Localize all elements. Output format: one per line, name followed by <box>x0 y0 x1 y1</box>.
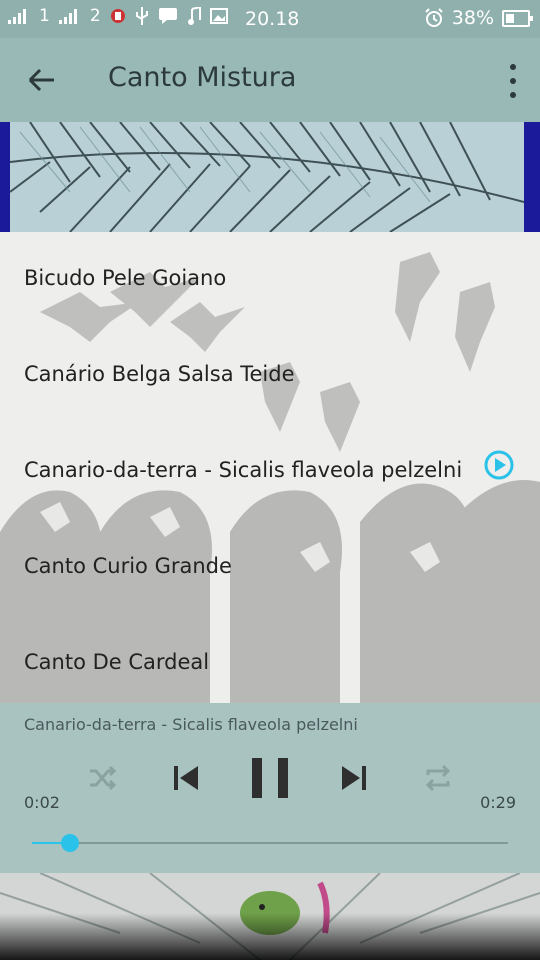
song-title: Canario-da-terra - Sicalis flaveola pelz… <box>24 458 463 482</box>
play-circle-icon <box>484 450 514 480</box>
elapsed-time: 0:02 <box>24 793 60 812</box>
list-item[interactable]: Canto De Cardeal <box>0 616 540 703</box>
music-note-icon <box>187 7 201 25</box>
sim2-label: 2 <box>89 6 101 26</box>
footer-artwork <box>0 873 540 960</box>
song-title: Canto De Cardeal <box>24 650 210 674</box>
status-icons-right: 38% <box>424 7 533 29</box>
shuffle-icon <box>90 765 117 791</box>
message-icon <box>158 8 177 24</box>
pause-icon <box>252 758 288 798</box>
total-time: 0:29 <box>480 793 516 812</box>
dot-icon <box>510 92 516 98</box>
back-button[interactable] <box>26 60 60 100</box>
repeat-button[interactable] <box>418 753 458 803</box>
overflow-menu-button[interactable] <box>506 64 520 98</box>
song-title: Bicudo Pele Goiano <box>24 266 227 290</box>
clock: 20.18 <box>245 8 300 30</box>
seek-bar[interactable] <box>32 834 508 852</box>
shuffle-button[interactable] <box>82 753 122 803</box>
battery-percent: 38% <box>451 7 494 29</box>
skip-next-icon <box>342 766 366 790</box>
usb-icon <box>135 7 148 25</box>
previous-button[interactable] <box>166 753 206 803</box>
seek-handle[interactable] <box>61 834 80 852</box>
now-playing-title: Canario-da-terra - Sicalis flaveola pelz… <box>24 715 358 734</box>
sim1-label: 1 <box>39 6 50 26</box>
page-title: Canto Mistura <box>108 62 297 93</box>
feather-artwork <box>10 122 524 232</box>
app-notification-icon <box>110 9 125 23</box>
song-title: Canário Belga Salsa Teide <box>24 362 295 386</box>
repeat-icon <box>425 764 451 792</box>
arrow-left-icon <box>28 68 54 92</box>
list-item[interactable]: Canário Belga Salsa Teide <box>0 328 540 424</box>
battery-icon <box>502 9 533 27</box>
app-toolbar: Canto Mistura <box>0 38 540 122</box>
skip-previous-icon <box>174 766 198 790</box>
pause-button[interactable] <box>246 753 294 803</box>
header-banner-image <box>0 122 540 232</box>
image-icon <box>209 8 228 24</box>
song-title: Canto Curio Grande <box>24 554 232 578</box>
signal-icon <box>8 9 26 24</box>
dot-icon <box>510 78 516 84</box>
signal-icon <box>58 9 77 24</box>
song-list: Bicudo Pele Goiano Canário Belga Salsa T… <box>0 232 540 703</box>
list-item-playing[interactable]: Canario-da-terra - Sicalis flaveola pelz… <box>0 424 540 520</box>
list-item[interactable]: Bicudo Pele Goiano <box>0 232 540 328</box>
next-button[interactable] <box>334 753 374 803</box>
list-item[interactable]: Canto Curio Grande <box>0 520 540 616</box>
alarm-icon <box>425 8 443 27</box>
player-panel: Canario-da-terra - Sicalis flaveola pelz… <box>0 703 540 873</box>
status-icons-left: 1 2 <box>8 6 228 26</box>
bird-artwork <box>0 873 540 960</box>
status-bar: 1 2 20.18 38% <box>0 0 540 38</box>
dot-icon <box>510 64 516 70</box>
